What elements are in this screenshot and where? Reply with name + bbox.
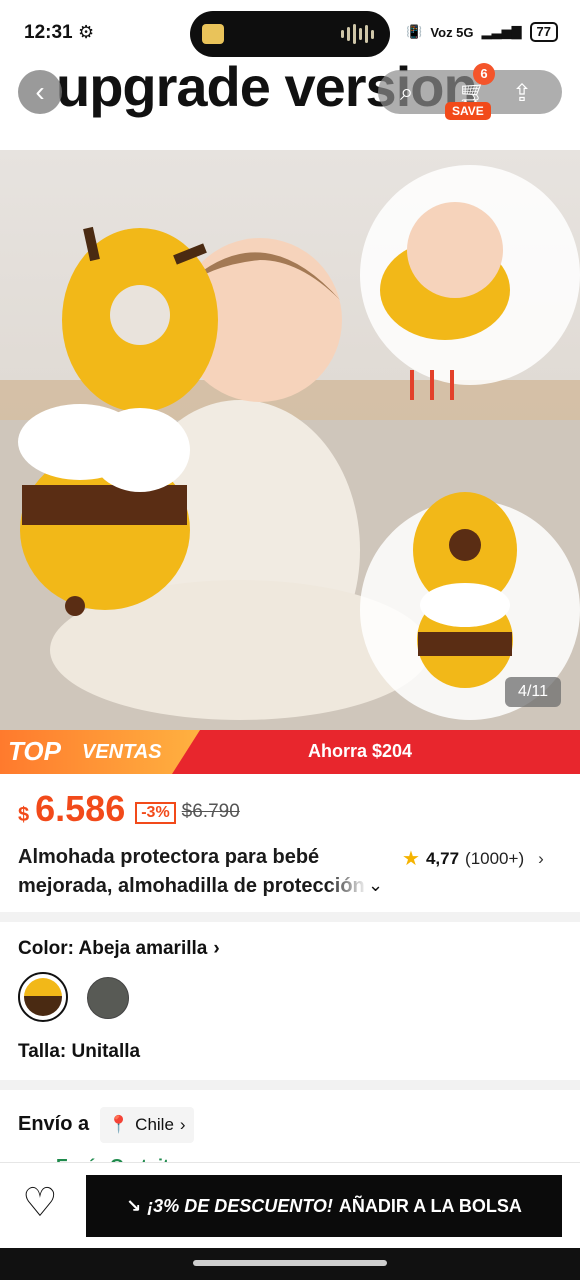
status-indicators: 📳 Voz 5G ▂▃▅▇ 77: [406, 22, 558, 42]
expand-title-chevron-icon[interactable]: ⌄: [368, 875, 383, 896]
discount-badge: -3%: [135, 802, 176, 824]
add-button-discount-text: ¡3% DE DESCUENTO!: [147, 1195, 333, 1216]
rating-value: 4,77: [425, 848, 460, 868]
color-label-text: Color: Abeja amarilla: [18, 938, 208, 959]
chevron-right-icon: ›: [179, 1115, 186, 1134]
back-button[interactable]: ‹: [18, 70, 62, 114]
wishlist-heart-icon[interactable]: ♡: [22, 1183, 58, 1223]
top-label: TOP: [8, 736, 61, 766]
audio-wave-icon: [341, 23, 374, 45]
shipping-country: Chile: [135, 1115, 174, 1134]
bottom-action-bar: ♡ ↘ ¡3% DE DESCUENTO! AÑADIR A LA BOLSA: [0, 1162, 580, 1248]
swatch-gray[interactable]: [87, 977, 129, 1019]
title-line-2: mejorada, almohadilla de protección: [18, 875, 365, 897]
product-title[interactable]: Almohada protectora para bebé mejorada, …: [18, 843, 390, 901]
add-button-text: AÑADIR A LA BOLSA: [338, 1195, 522, 1216]
currency-symbol: $: [18, 804, 30, 826]
color-option-label[interactable]: Color: Abeja amarilla ›: [18, 938, 220, 960]
shipping-label: Envío a: [18, 1113, 90, 1135]
swatch-yellow-bee[interactable]: [18, 972, 68, 1022]
status-time: 12:31: [24, 22, 73, 43]
battery-indicator: 77: [529, 22, 558, 42]
swatch-yellow-bee-fill: [24, 978, 62, 1016]
price-row: $ 6.586 -3% $6.790: [18, 788, 240, 830]
chevron-right-icon: ›: [213, 938, 220, 959]
star-icon: ★: [402, 848, 420, 870]
promo-strip: TOP VENTAS Ahorra $204: [0, 730, 580, 774]
current-price: 6.586: [35, 788, 126, 829]
product-image-gallery[interactable]: 4/11: [0, 150, 580, 730]
image-counter: 4/11: [505, 677, 561, 707]
app-thumbnail-icon: [202, 24, 224, 44]
network-label: Voz 5G: [430, 24, 474, 40]
location-pin-icon: 📍: [108, 1115, 130, 1134]
review-count: (1000+): [465, 848, 525, 868]
original-price: $6.790: [181, 801, 240, 822]
save-tag: SAVE: [445, 102, 491, 120]
back-arrow-icon: ‹: [35, 76, 45, 107]
add-to-bag-button[interactable]: ↘ ¡3% DE DESCUENTO! AÑADIR A LA BOLSA: [86, 1175, 562, 1237]
savings-label: Ahorra $204: [308, 741, 413, 761]
signal-icon: ▂▃▅▇: [481, 24, 522, 39]
gear-icon: ⚙: [78, 22, 95, 42]
section-divider: [0, 912, 580, 922]
product-photo: [0, 165, 580, 730]
title-line-1: Almohada protectora para bebé: [18, 846, 320, 868]
shipping-country-selector[interactable]: 📍 Chile ›: [100, 1107, 194, 1143]
product-page: 12:31 ⚙ 📳 Voz 5G ▂▃▅▇ 77 upgrade version…: [0, 0, 580, 1280]
rating-summary[interactable]: ★ 4,77 (1000+) ›: [402, 846, 544, 871]
share-icon[interactable]: ⇪: [512, 79, 532, 108]
ventas-label: VENTAS: [82, 741, 162, 763]
section-divider: [0, 1080, 580, 1090]
chevron-right-icon: ›: [538, 848, 544, 868]
search-icon[interactable]: ⌕: [400, 79, 413, 107]
size-option-label: Talla: Unitalla: [18, 1041, 141, 1062]
top-header: upgrade version ‹ ⌕ 🛒︎ ⇪ 6 SAVE: [0, 50, 580, 130]
home-indicator[interactable]: [193, 1260, 387, 1266]
vibrate-icon: 📳: [406, 24, 423, 39]
system-nav-bar: [0, 1248, 580, 1280]
cart-count-badge: 6: [473, 63, 495, 85]
trend-down-icon: ↘: [126, 1195, 142, 1216]
